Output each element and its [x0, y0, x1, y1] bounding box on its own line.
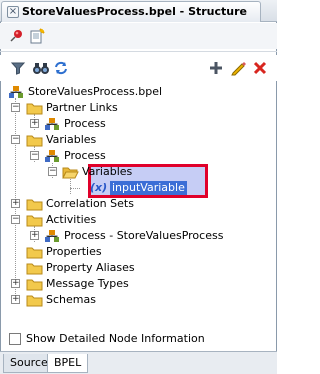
tree-node-activities[interactable]: − Activities — [4, 212, 264, 228]
binoculars-icon[interactable] — [32, 59, 50, 77]
folder-icon — [26, 279, 43, 291]
process-icon — [45, 230, 59, 242]
folder-open-icon — [62, 167, 79, 179]
folder-icon — [26, 199, 43, 211]
tree-node-correlation-sets[interactable]: + Correlation Sets — [4, 196, 264, 212]
expand-toggle[interactable]: + — [11, 295, 20, 304]
variable-icon: (x) — [90, 181, 108, 194]
folder-icon — [26, 247, 43, 259]
title-bar: × StoreValuesProcess.bpel - Structure — [0, 0, 277, 22]
tree-node-property-aliases[interactable]: Property Aliases — [4, 260, 264, 276]
structure-tree-lower: − Variables (x) inputVariable + Correlat… — [4, 84, 273, 324]
tree-node-message-types[interactable]: + Message Types — [4, 276, 264, 292]
add-icon[interactable] — [207, 59, 225, 77]
tree-node-variables-folder[interactable]: − Variables — [4, 164, 264, 180]
expand-toggle[interactable]: + — [30, 231, 39, 240]
tree-label-selected: inputVariable — [110, 181, 187, 195]
tree-label: Process - StoreValuesProcess — [64, 229, 224, 242]
collapse-toggle[interactable]: − — [11, 215, 20, 224]
tree-label: Schemas — [46, 293, 96, 306]
window-title: StoreValuesProcess.bpel - Structure — [22, 5, 248, 18]
tree-label: Activities — [46, 213, 97, 226]
close-icon[interactable]: × — [7, 6, 19, 18]
toolbar-actions — [0, 55, 277, 81]
tree-label: Properties — [46, 245, 102, 258]
tree-label: Correlation Sets — [46, 197, 134, 210]
tree-node-schemas[interactable]: + Schemas — [4, 292, 264, 308]
folder-icon — [26, 215, 43, 227]
editor-tabs: Source BPEL — [0, 351, 277, 374]
show-detailed-label: Show Detailed Node Information — [26, 332, 205, 345]
tree-node-input-variable[interactable]: (x) inputVariable — [4, 180, 264, 196]
filter-icon[interactable] — [9, 59, 27, 77]
sync-icon[interactable] — [52, 59, 70, 77]
toolbar-separator — [0, 51, 277, 52]
tree-label: Property Aliases — [46, 261, 135, 274]
expand-toggle[interactable]: + — [11, 279, 20, 288]
collapse-toggle[interactable]: − — [48, 167, 57, 176]
tree-label: Message Types — [46, 277, 129, 290]
tree-node-activity-process[interactable]: + Process - StoreValuesProcess — [4, 228, 264, 244]
pin-icon[interactable] — [7, 27, 25, 45]
tree-label: Variables — [82, 165, 133, 178]
show-detailed-checkbox[interactable] — [9, 333, 21, 345]
folder-icon — [26, 295, 43, 307]
tree-node-properties[interactable]: Properties — [4, 244, 264, 260]
pencil-icon[interactable] — [229, 59, 247, 77]
delete-icon[interactable] — [251, 59, 269, 77]
tab-bpel[interactable]: BPEL — [47, 354, 89, 373]
toolbar-top — [0, 23, 277, 49]
tree-connector — [70, 188, 80, 189]
new-document-icon[interactable] — [28, 27, 46, 45]
title-tab[interactable]: × StoreValuesProcess.bpel - Structure — [1, 1, 261, 22]
folder-icon — [26, 263, 43, 275]
expand-toggle[interactable]: + — [11, 199, 20, 208]
